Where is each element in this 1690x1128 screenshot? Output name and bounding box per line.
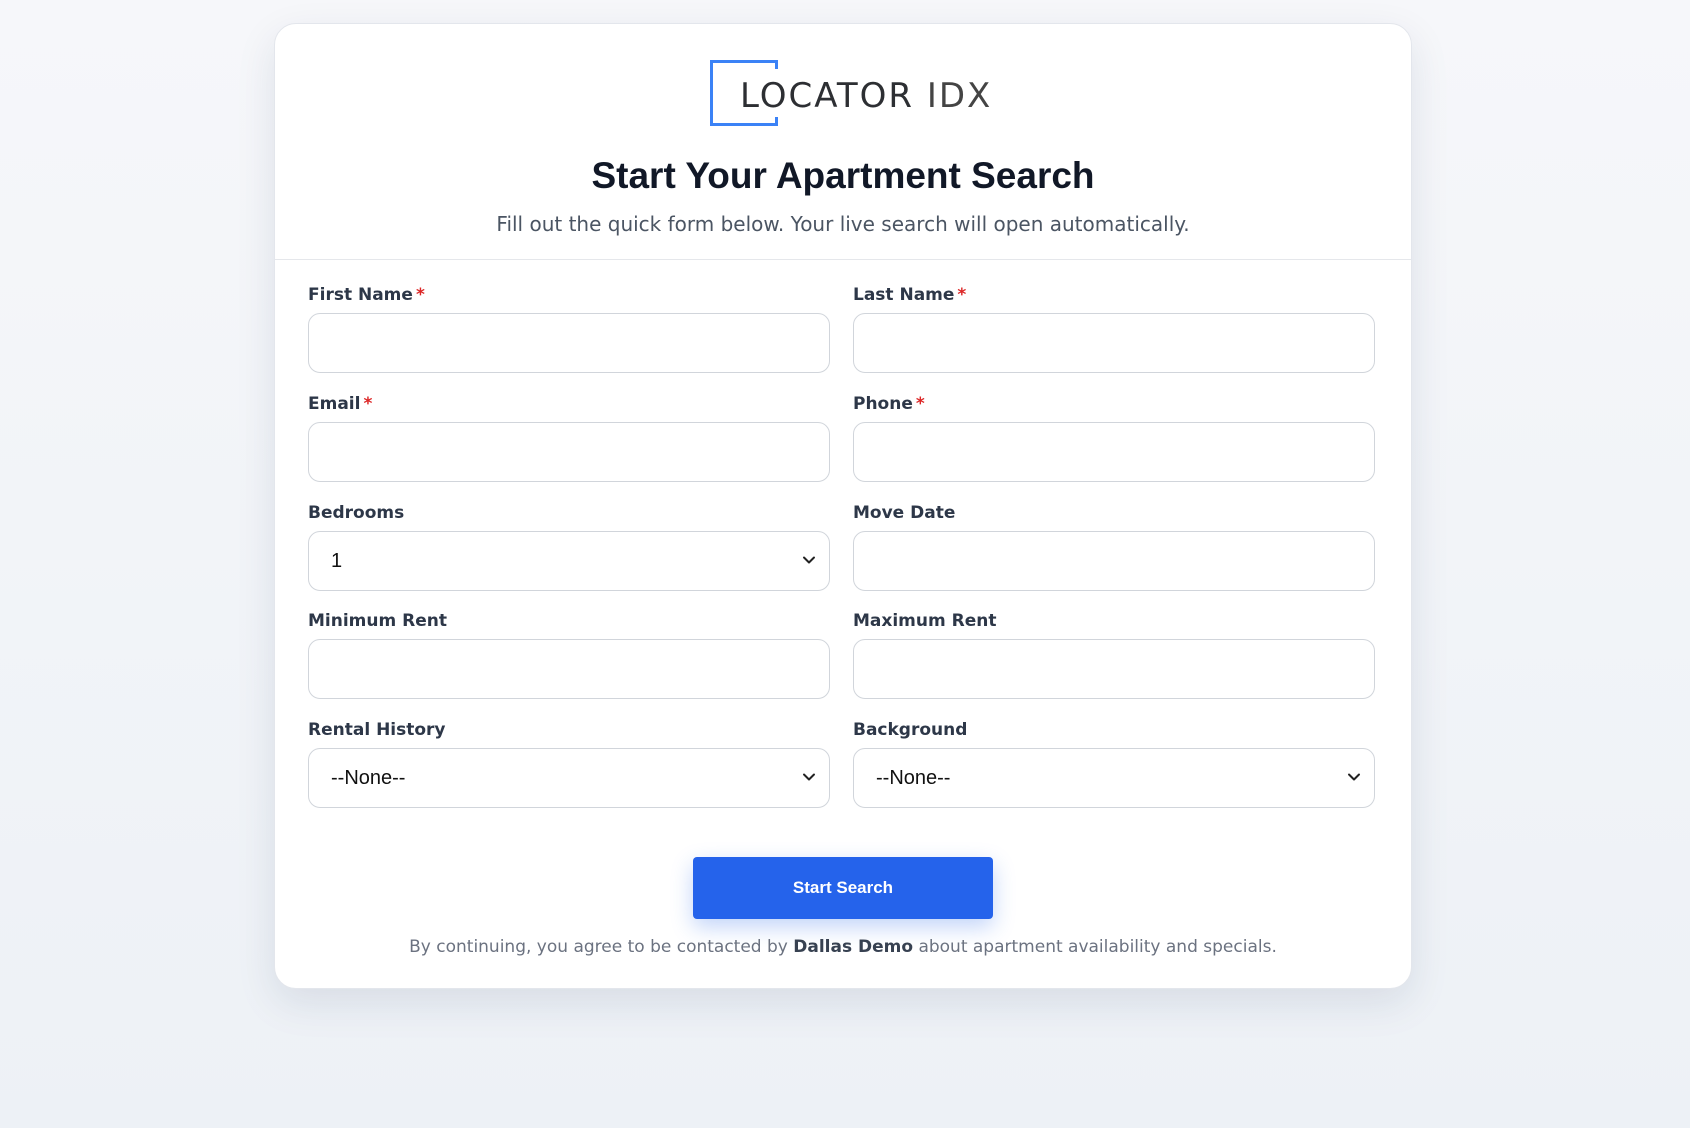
move-date-label: Move Date (853, 503, 956, 523)
page-title: Start Your Apartment Search (591, 155, 1095, 196)
bedrooms-label: Bedrooms (308, 503, 405, 523)
min-rent-input[interactable] (308, 639, 830, 699)
locator-idx-logo: LOCATOR IDX (710, 60, 990, 132)
move-date-input[interactable] (853, 531, 1375, 591)
bedrooms-select[interactable]: 1 (308, 531, 830, 591)
start-search-button[interactable]: Start Search (693, 857, 993, 919)
phone-input[interactable] (853, 422, 1375, 482)
max-rent-input[interactable] (853, 639, 1375, 699)
background-select[interactable]: --None-- (853, 748, 1375, 808)
chevron-down-icon (1348, 773, 1360, 781)
search-card: LOCATOR IDX Start Your Apartment Search … (274, 23, 1412, 989)
rental-history-select[interactable]: --None-- (308, 748, 830, 808)
email-label: Email * (308, 394, 373, 414)
chevron-down-icon (803, 556, 815, 564)
max-rent-field: Maximum Rent (853, 611, 1375, 699)
background-label: Background (853, 720, 968, 740)
bedrooms-field: Bedrooms 1 (308, 503, 830, 591)
required-marker: * (415, 285, 425, 305)
first-name-field: First Name * (308, 285, 830, 373)
first-name-input[interactable] (308, 313, 830, 373)
required-marker: * (957, 285, 967, 305)
move-date-field: Move Date (853, 503, 1375, 591)
min-rent-label: Minimum Rent (308, 611, 447, 631)
rental-history-label: Rental History (308, 720, 446, 740)
email-field: Email * (308, 394, 830, 482)
required-marker: * (915, 394, 925, 414)
company-name: Dallas Demo (793, 937, 914, 957)
last-name-input[interactable] (853, 313, 1375, 373)
max-rent-label: Maximum Rent (853, 611, 997, 631)
phone-label: Phone * (853, 394, 925, 414)
required-marker: * (363, 394, 373, 414)
page-subtitle: Fill out the quick form below. Your live… (496, 212, 1190, 236)
chevron-down-icon (803, 773, 815, 781)
first-name-label: First Name * (308, 285, 425, 305)
disclaimer-prefix: By continuing, you agree to be contacted… (409, 937, 788, 957)
logo-suffix: IDX (926, 76, 993, 116)
last-name-label: Last Name * (853, 285, 967, 305)
consent-disclaimer: By continuing, you agree to be contacted… (275, 937, 1411, 957)
email-input[interactable] (308, 422, 830, 482)
background-field: Background --None-- (853, 720, 1375, 808)
background-selected-value[interactable]: --None-- (853, 748, 1375, 808)
logo-main: LOCATOR (740, 76, 915, 116)
logo-text: LOCATOR IDX (740, 76, 992, 116)
phone-field: Phone * (853, 394, 1375, 482)
disclaimer-suffix: about apartment availability and special… (918, 937, 1277, 957)
card-header: LOCATOR IDX Start Your Apartment Search … (275, 24, 1411, 260)
min-rent-field: Minimum Rent (308, 611, 830, 699)
last-name-field: Last Name * (853, 285, 1375, 373)
rental-history-field: Rental History --None-- (308, 720, 830, 808)
rental-history-selected-value[interactable]: --None-- (308, 748, 830, 808)
bedrooms-selected-value[interactable]: 1 (308, 531, 830, 591)
